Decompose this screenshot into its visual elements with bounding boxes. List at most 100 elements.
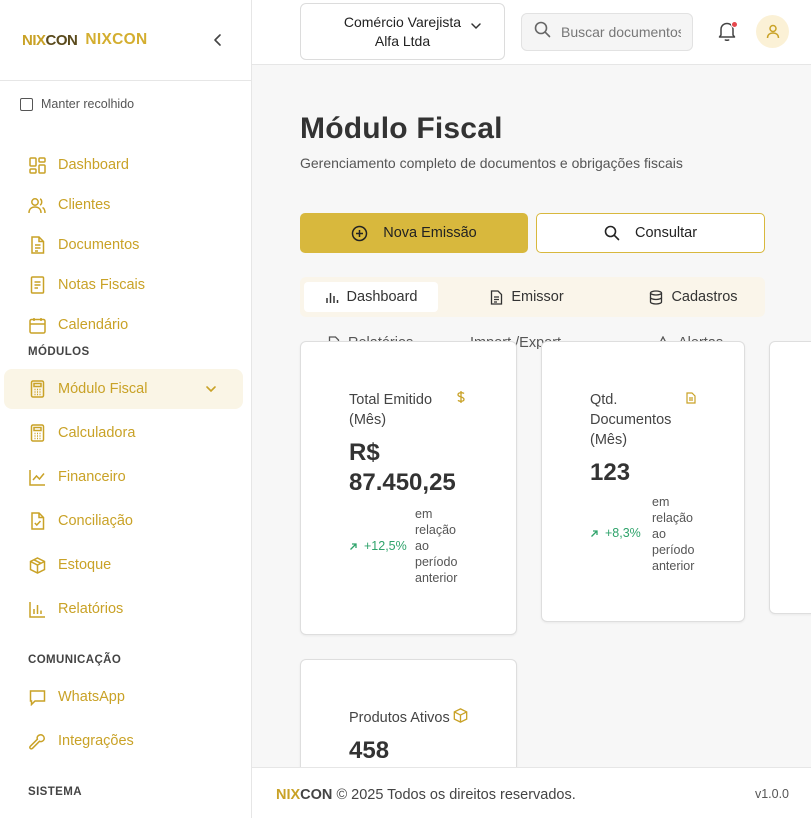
sidebar-item-integracoes[interactable]: Integrações (4, 721, 243, 761)
card-change-value: +8,3% (605, 526, 641, 540)
card-title: Produtos Ativos (349, 710, 450, 726)
card-value-line: 87.450,25 (349, 469, 456, 496)
user-avatar[interactable] (756, 15, 789, 48)
message-icon (28, 688, 46, 706)
notifications-button[interactable] (717, 20, 739, 42)
bar-chart-icon (28, 600, 46, 618)
main-content: Módulo Fiscal Gerenciamento completo de … (252, 65, 811, 767)
card-title-line: Total Emitido (349, 392, 433, 408)
sidebar-item-whatsapp[interactable]: WhatsApp (4, 677, 243, 717)
company-selector[interactable]: Comércio Varejista Alfa Ltda (300, 3, 505, 60)
stat-card-total-emitido: Total Emitido (Mês) R$ 87.450,25 +12,5% … (300, 341, 517, 635)
section-label-comunicacao: COMUNICAÇÃO (28, 654, 122, 666)
database-icon (649, 289, 663, 305)
file-check-icon (28, 512, 46, 530)
sidebar-item-label: WhatsApp (58, 689, 125, 705)
card-note-line: ao (652, 527, 666, 541)
page-title: Módulo Fiscal (300, 112, 503, 145)
card-note-line: ao (415, 539, 429, 553)
footer-brand-con: CON (300, 787, 333, 803)
sidebar-item-label: Conciliação (58, 513, 133, 529)
sidebar-item-label: Notas Fiscais (58, 277, 146, 293)
document-icon (686, 392, 696, 404)
bar-chart-icon (325, 290, 339, 304)
sidebar-item-relatorios[interactable]: Relatórios (4, 589, 243, 629)
search-icon (534, 21, 551, 43)
checkbox-box[interactable] (20, 97, 33, 111)
sidebar-item-financeiro[interactable]: Financeiro (4, 457, 243, 497)
sidebar-item-conciliacao[interactable]: Conciliação (4, 501, 243, 541)
card-change-value: +12,5% (364, 539, 407, 553)
sidebar-item-clientes[interactable]: Clientes (4, 185, 243, 225)
user-icon (766, 24, 779, 39)
sidebar-item-label: Estoque (58, 557, 112, 573)
sidebar-item-label: Calculadora (58, 425, 136, 441)
chart-line-icon (28, 468, 46, 486)
stat-card-qtd-documentos: Qtd. Documentos (Mês) 123 +8,3% em relaç… (541, 341, 745, 622)
card-title-line: Documentos (590, 412, 672, 428)
tab-label: Cadastros (671, 289, 738, 305)
card-note-line: período (415, 555, 458, 569)
card-note: em relação ao período anterior (652, 494, 694, 574)
consult-button[interactable]: Consultar (536, 213, 765, 253)
chevron-down-icon (205, 381, 217, 397)
new-emission-label: Nova Emissão (383, 225, 477, 241)
sidebar-item-calendario[interactable]: Calendário (4, 305, 243, 345)
card-note-line: anterior (415, 571, 458, 585)
card-note-line: anterior (652, 559, 695, 573)
sidebar-item-modulo-fiscal[interactable]: Módulo Fiscal (4, 369, 243, 409)
grid-icon (28, 156, 46, 174)
calendar-icon (28, 316, 46, 334)
sidebar-item-label: Clientes (58, 197, 111, 213)
tab-emissor[interactable]: Emissor (460, 282, 594, 312)
app-version: v1.0.0 (754, 787, 789, 801)
section-label-sistema: SISTEMA (28, 786, 82, 798)
collapse-sidebar-button[interactable] (210, 29, 226, 51)
calculator-icon (28, 424, 46, 442)
sidebar-item-notas-fiscais[interactable]: Notas Fiscais (4, 265, 243, 305)
receipt-icon (28, 276, 46, 294)
chevron-left-icon (214, 34, 221, 46)
footer: NIXCON © 2025 Todos os direitos reservad… (252, 767, 811, 818)
footer-copyright: NIXCON © 2025 Todos os direitos reservad… (276, 787, 576, 803)
keep-collapsed-checkbox[interactable]: Manter recolhido (20, 97, 134, 111)
card-value: 123 (590, 459, 631, 486)
card-title: Total Emitido (Mês) (349, 390, 432, 430)
sidebar-item-dashboard[interactable]: Dashboard (4, 145, 243, 185)
card-change: +12,5% (349, 539, 407, 553)
chevron-down-icon (470, 16, 482, 35)
footer-copyright-text: © 2025 Todos os direitos reservados. (336, 787, 576, 803)
footer-brand-nix: NIX (276, 787, 301, 803)
card-value-line: R$ (349, 439, 380, 466)
sidebar: NIX CON NIXCON Manter recolhido Dashboard… (0, 0, 252, 818)
package-icon (453, 708, 468, 723)
new-emission-button[interactable]: Nova Emissão (300, 213, 528, 253)
search-icon (604, 225, 620, 241)
tab-cadastros[interactable]: Cadastros (626, 282, 761, 312)
card-value: 458 (349, 737, 390, 764)
document-icon (490, 289, 503, 305)
trend-up-icon (590, 529, 599, 538)
notification-badge (731, 21, 738, 28)
sidebar-item-label: Financeiro (58, 469, 126, 485)
sidebar-item-label: Módulo Fiscal (58, 381, 148, 397)
search-input[interactable] (561, 24, 681, 40)
sidebar-item-label: Calendário (58, 317, 129, 333)
users-icon (28, 196, 46, 214)
sidebar-item-calculadora[interactable]: Calculadora (4, 413, 243, 453)
sidebar-item-estoque[interactable]: Estoque (4, 545, 243, 585)
sidebar-item-label: Integrações (58, 733, 134, 749)
wrench-icon (28, 732, 46, 750)
brand-logo[interactable]: NIX CON (22, 31, 78, 49)
keep-collapsed-label: Manter recolhido (41, 97, 135, 111)
search-box[interactable] (521, 13, 693, 51)
logo-mark-nix: NIX (22, 31, 46, 49)
card-note-line: período (652, 543, 695, 557)
card-title-line: (Mês) (590, 432, 628, 448)
consult-label: Consultar (634, 225, 698, 241)
sidebar-item-documentos[interactable]: Documentos (4, 225, 243, 265)
tab-dashboard[interactable]: Dashboard (304, 282, 438, 312)
document-icon (28, 236, 46, 254)
card-note-line: em (652, 495, 670, 509)
calculator-icon (28, 380, 46, 398)
